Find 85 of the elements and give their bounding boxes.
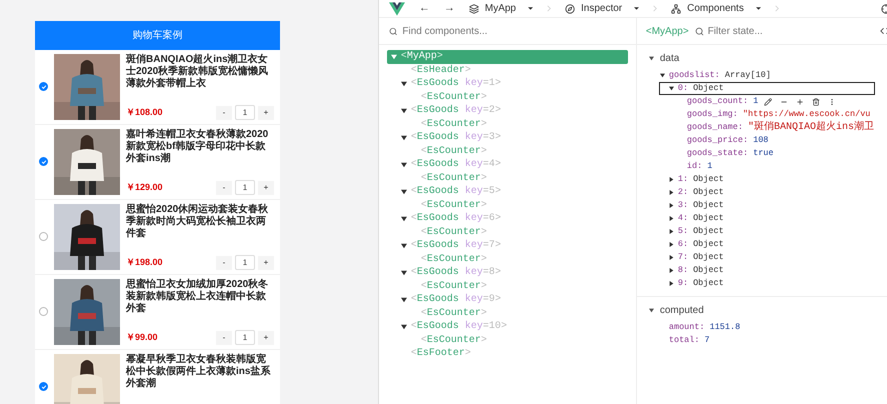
caret-icon[interactable] [668,242,674,247]
count-field[interactable]: 1 [235,255,255,270]
edit-icon[interactable] [764,98,772,106]
decrement-button[interactable]: - [216,330,232,344]
goods-price: ￥108.00 [126,106,163,119]
component-name: <MyApp> [646,24,689,38]
caret-icon[interactable] [668,190,674,195]
section-title: data [660,52,680,66]
state-entry[interactable]: total: 7 [658,334,875,347]
decrement-button[interactable]: - [216,256,232,270]
state-entry[interactable]: 5: Object [658,225,875,238]
goods-title: 思蜜怡卫衣女加绒加厚2020秋冬装新款韩版宽松上衣连帽中长款外套 [126,279,270,315]
logo-icon [388,2,405,16]
checkbox[interactable] [39,232,48,241]
search-icon [694,26,704,36]
delete-icon[interactable] [812,98,820,106]
state-entry[interactable]: goods_name: "斑俏BANQIAO超火ins潮卫 [658,121,875,134]
state-entry[interactable]: goods_state: true [658,147,875,160]
state-entry[interactable]: id: 1 [658,160,875,173]
section-title: computed [660,304,704,318]
plus-icon[interactable] [796,98,804,106]
state-entry[interactable]: 3: Object [658,199,875,212]
caret-icon[interactable] [668,281,674,286]
chevron-icon [547,5,551,12]
state-entry[interactable]: amount: 1151.8 [658,321,875,334]
state-entry[interactable]: 2: Object [658,186,875,199]
count-field[interactable]: 1 [235,105,255,120]
increment-button[interactable]: + [258,180,274,194]
count-field[interactable]: 1 [235,330,255,345]
goods-price: ￥198.00 [126,256,163,269]
state-entry[interactable]: 0: Object [658,82,875,95]
state-entry[interactable]: goods_count: 1 [658,95,875,108]
chevron-icon [774,5,779,12]
breadcrumb-dropdown[interactable]: Components [671,1,761,16]
increment-button[interactable]: + [258,106,274,120]
goods-title: 思蜜怡2020休闲运动套装女春秋季新款时尚大码宽松长袖卫衣两件套 [126,204,270,240]
checkbox[interactable] [39,307,48,316]
page-header: 购物车案例 [35,21,280,50]
checkbox[interactable] [39,82,48,91]
code-icon[interactable] [880,26,887,36]
forward-button[interactable]: → [444,0,455,17]
search-icon [388,26,398,36]
state-entry[interactable]: goods_img: "https://www.escook.cn/vu [658,108,875,121]
state-entry[interactable]: goods_price: 108 [658,134,875,147]
state-entry[interactable]: 9: Object [658,277,875,290]
caret-icon[interactable] [668,216,674,221]
increment-button[interactable]: + [258,256,274,270]
breadcrumb-dropdown[interactable]: Inspector [565,1,640,16]
goods-price: ￥99.00 [126,330,158,344]
decrement-button[interactable]: - [216,180,232,194]
breadcrumb-dropdown[interactable]: MyApp [468,1,533,16]
state-entry[interactable]: goodslist: Array[10] [658,69,875,82]
hierarchy-icon [671,4,682,14]
caret-icon[interactable] [528,6,533,11]
compass-icon [565,4,575,14]
caret-icon[interactable] [668,177,674,182]
state-entry[interactable]: 4: Object [658,212,875,225]
state-entry[interactable]: 6: Object [658,238,875,251]
caret-icon[interactable] [660,73,665,78]
state-entry[interactable]: 8: Object [658,264,875,277]
caret-icon[interactable] [648,308,654,313]
caret-icon[interactable] [756,6,761,11]
goods-title: 斑俏BANQIAO超火ins潮卫衣女士2020秋季新款韩版宽松慵懒风薄款外套带帽上衣 [126,54,270,90]
increment-button[interactable]: + [258,330,274,344]
search-field[interactable]: Find components... [402,24,626,38]
caret-icon[interactable] [668,86,674,91]
goods-title: 嘉叶希连帽卫衣女春秋薄款2020新款宽松bf韩版字母印花中长款外套ins潮 [126,129,270,165]
caret-icon[interactable] [648,56,654,61]
back-button[interactable]: ← [418,0,430,17]
caret-icon[interactable] [668,203,674,208]
caret-icon[interactable] [668,229,674,234]
goods-title: 幂凝早秋季卫衣女春秋装韩版宽松中长款假两件上衣薄款ins盐系外套潮 [126,354,272,390]
state-entry[interactable]: 7: Object [658,251,875,264]
checkbox[interactable] [39,157,48,166]
layers-icon [468,4,479,14]
checkbox[interactable] [39,382,48,391]
chevron-icon [653,5,658,12]
filter-field[interactable]: Filter state... [708,24,808,38]
decrement-button[interactable]: - [216,106,232,120]
count-field[interactable]: 1 [235,180,255,195]
state-entry[interactable]: 1: Object [658,173,875,186]
goods-price: ￥129.00 [126,180,163,194]
caret-icon[interactable] [668,255,674,260]
caret-icon[interactable] [668,268,674,273]
caret-icon[interactable] [634,6,640,11]
